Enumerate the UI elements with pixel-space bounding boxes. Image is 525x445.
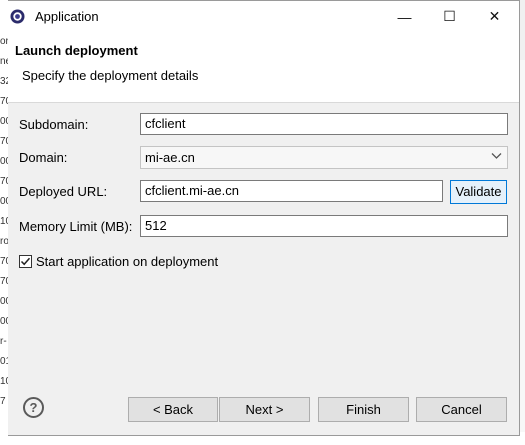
help-button[interactable]: ? (23, 397, 44, 418)
background-editor-strip: or ne 32 70 00 70 00 70 00 10 ro 70 70 00 00 r- 01 10 7 (0, 0, 8, 445)
maximize-icon: ☐ (443, 8, 456, 24)
background-editor-text: 70 (0, 96, 8, 107)
background-editor-text: 70 (0, 176, 8, 187)
domain-label: Domain: (19, 150, 68, 165)
launch-deployment-dialog: Application — ☐ ✕ Launch deployment Spec… (0, 0, 520, 436)
title-bar: Application — ☐ ✕ (1, 1, 519, 32)
background-editor-text: 10 (0, 376, 8, 387)
page-description: Specify the deployment details (22, 68, 199, 83)
domain-select[interactable]: mi-ae.cn (140, 146, 508, 169)
page-title: Launch deployment (15, 43, 138, 58)
background-editor-text: 10 (0, 216, 8, 227)
checkmark-icon (20, 257, 31, 266)
background-editor-text: 70 (0, 276, 8, 287)
background-editor-text: or (0, 36, 8, 47)
window-title: Application (35, 9, 99, 24)
background-editor-text: 00 (0, 196, 8, 207)
wizard-header: Launch deployment Specify the deployment… (1, 32, 519, 103)
minimize-button[interactable]: — (382, 1, 427, 32)
next-button[interactable]: Next > (219, 397, 310, 422)
background-editor-text: ro (0, 236, 8, 247)
background-editor-text: 00 (0, 296, 8, 307)
subdomain-input[interactable]: cfclient (140, 113, 508, 135)
background-editor-text: 70 (0, 136, 8, 147)
finish-button[interactable]: Finish (318, 397, 409, 422)
deployed-url-input[interactable]: cfclient.mi-ae.cn (140, 180, 443, 202)
background-editor-text: 32 (0, 76, 8, 87)
background-editor-text: 7 (0, 396, 6, 407)
chevron-down-icon (491, 150, 502, 164)
deployed-url-label: Deployed URL: (19, 184, 108, 199)
subdomain-label: Subdomain: (19, 117, 89, 132)
background-editor-text: r- (0, 336, 7, 347)
start-on-deploy-checkbox[interactable] (19, 255, 32, 268)
cancel-button[interactable]: Cancel (416, 397, 507, 422)
maximize-button[interactable]: ☐ (427, 1, 472, 32)
memory-limit-input[interactable]: 512 (140, 215, 508, 237)
close-button[interactable]: ✕ (472, 1, 517, 32)
back-button[interactable]: < Back (128, 397, 218, 422)
background-editor-text: 70 (0, 256, 8, 267)
help-icon: ? (29, 400, 38, 415)
background-editor-text: 00 (0, 156, 8, 167)
validate-button[interactable]: Validate (450, 180, 507, 204)
memory-limit-label: Memory Limit (MB): (19, 219, 133, 234)
background-editor-text: 00 (0, 316, 8, 327)
background-editor-text: 01 (0, 356, 8, 367)
app-icon (10, 9, 25, 24)
minimize-icon: — (397, 8, 412, 25)
background-editor-text: 00 (0, 116, 8, 127)
start-on-deploy-label[interactable]: Start application on deployment (36, 254, 218, 269)
domain-select-value: mi-ae.cn (145, 150, 195, 165)
close-icon: ✕ (488, 8, 501, 24)
background-editor-text: ne (0, 56, 8, 67)
